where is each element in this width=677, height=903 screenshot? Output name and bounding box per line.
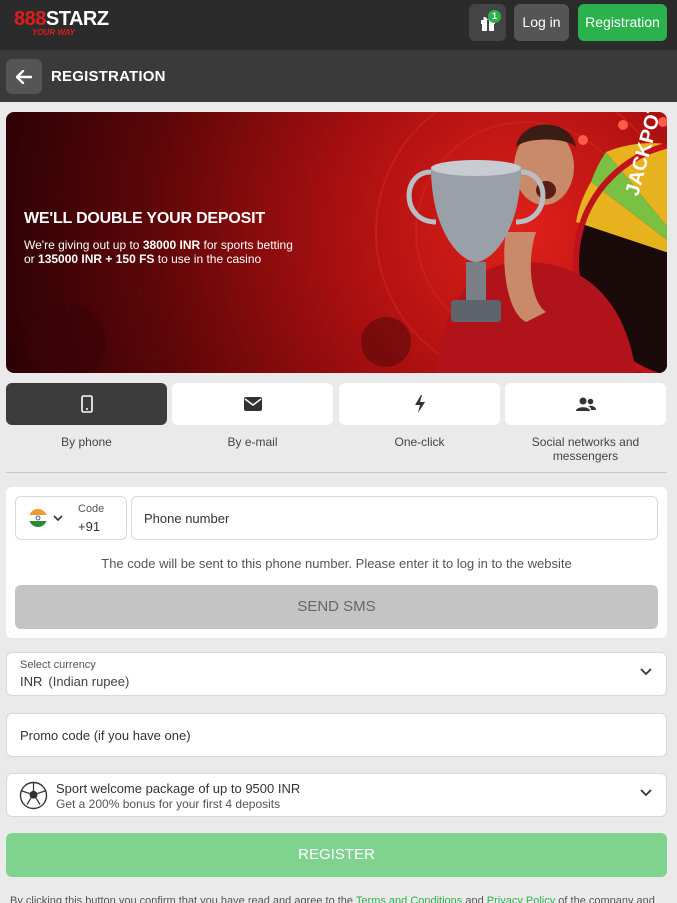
- bonus-subtitle: Get a 200% bonus for your first 4 deposi…: [56, 797, 281, 811]
- tab-label: One-click: [394, 435, 445, 449]
- register-button[interactable]: REGISTER: [6, 833, 667, 877]
- arrow-left-icon: [16, 69, 32, 84]
- registration-button[interactable]: Registration: [578, 4, 667, 41]
- privacy-link[interactable]: Privacy Policy: [487, 895, 555, 903]
- tab-label: Social networks and messengers: [531, 435, 640, 463]
- registration-method-tabs: By phone By e-mail One-click Social netw…: [6, 383, 667, 468]
- banner-title: WE'LL DOUBLE YOUR DEPOSIT: [24, 210, 265, 227]
- login-button[interactable]: Log in: [514, 4, 569, 41]
- currency-value: INR (Indian rupee): [20, 674, 130, 689]
- chevron-down-icon: [640, 668, 652, 676]
- chevron-down-icon: [640, 789, 652, 797]
- tab-social-networks[interactable]: Social networks and messengers: [505, 383, 666, 463]
- tab-one-click[interactable]: One-click: [339, 383, 500, 449]
- gift-button[interactable]: 1: [469, 4, 506, 41]
- banner-text: We're giving out up to 38000 INR for spo…: [24, 238, 293, 266]
- sms-note: The code will be sent to this phone numb…: [101, 556, 572, 571]
- lightning-icon: [414, 395, 425, 413]
- logo-tagline: YOUR WAY: [32, 28, 75, 37]
- page-title: REGISTRATION: [51, 68, 166, 85]
- phone-number-input[interactable]: [131, 496, 658, 540]
- gift-badge: 1: [488, 10, 501, 23]
- promo-banner[interactable]: JACKPOT WE'LL DOUBLE YOUR DEPOSIT We're …: [6, 112, 667, 373]
- country-code-select[interactable]: Code +91: [15, 496, 127, 540]
- users-icon: [575, 397, 596, 411]
- currency-select[interactable]: Select currency INR (Indian rupee): [6, 652, 667, 696]
- terms-text: By clicking this button you confirm that…: [10, 895, 670, 903]
- send-sms-button[interactable]: SEND SMS: [15, 585, 658, 629]
- chevron-down-icon: [53, 515, 63, 521]
- logo[interactable]: 888STARZ YOUR WAY: [14, 8, 109, 38]
- tab-label: By e-mail: [227, 435, 278, 449]
- envelope-icon: [243, 397, 262, 411]
- divider: [6, 472, 667, 473]
- tab-by-phone[interactable]: By phone: [6, 383, 167, 449]
- top-header: 888STARZ YOUR WAY 1 Log in Registration: [0, 0, 677, 50]
- terms-link[interactable]: Terms and Conditions: [356, 895, 462, 903]
- bonus-select[interactable]: Sport welcome package of up to 9500 INR …: [6, 773, 667, 817]
- india-flag-icon: [29, 509, 47, 527]
- tab-label: By phone: [61, 435, 112, 449]
- back-button[interactable]: [6, 59, 42, 94]
- tab-by-email[interactable]: By e-mail: [172, 383, 333, 449]
- soccer-ball-icon: [19, 781, 48, 810]
- code-value: +91: [78, 519, 101, 534]
- promo-code-input[interactable]: [6, 713, 667, 757]
- phone-icon: [80, 395, 93, 413]
- phone-form: Code +91 The code will be sent to this p…: [6, 487, 667, 638]
- page-header: REGISTRATION: [0, 50, 677, 102]
- code-label: Code: [78, 503, 105, 515]
- bonus-title: Sport welcome package of up to 9500 INR: [56, 781, 301, 796]
- currency-label: Select currency: [20, 659, 96, 671]
